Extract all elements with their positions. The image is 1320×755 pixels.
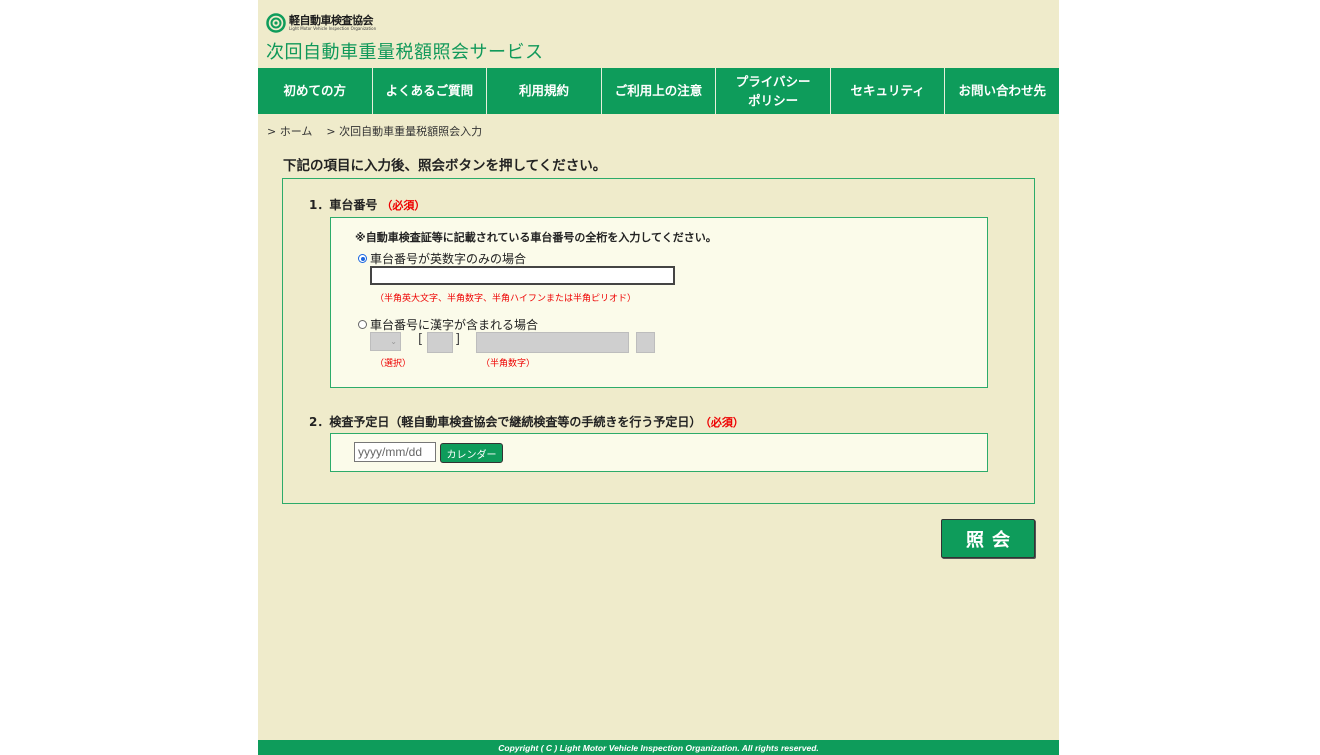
radio-kanji-label: 車台番号に漢字が含まれる場合 [370,318,539,332]
kanji-char-input[interactable] [427,332,453,353]
kanji-type-select[interactable]: ⌄ [370,332,401,351]
submit-inquiry-button[interactable]: 照会 [941,519,1035,558]
chevron-down-icon: ⌄ [390,337,397,346]
service-title: 次回自動車重量税額照会サービス [266,42,544,63]
nav-item-terms[interactable]: 利用規約 [487,68,602,114]
instruction-text: 下記の項目に入力後、照会ボタンを押してください。 [283,158,607,174]
nav-item-privacy[interactable]: プライバシー ポリシー [716,68,831,114]
chassis-note: ※自動車検査証等に記載されている車台番号の全桁を入力してください。 [355,231,717,244]
radio-row-kanji[interactable]: 車台番号に漢字が含まれる場合 [358,316,538,333]
alnum-hint: （半角英大文字、半角数字、半角ハイフンまたは半角ピリオド） [375,294,637,304]
section1-heading: 1．車台番号 （必須） [309,196,425,213]
logo-text: 軽自動車検査協会 [289,14,374,27]
kanji-digits-input[interactable] [476,332,629,353]
form-panel: 1．車台番号 （必須） ※自動車検査証等に記載されている車台番号の全桁を入力してく… [282,178,1035,504]
nav-item-faq[interactable]: よくあるご質問 [373,68,488,114]
radio-row-alnum[interactable]: 車台番号が英数字のみの場合 [358,250,526,267]
radio-alnum[interactable] [358,254,367,263]
nav-item-first-time[interactable]: 初めての方 [258,68,373,114]
inspection-date-box: yyyy/mm/dd カレンダー [330,433,988,472]
bracket-open: [ [418,332,424,347]
kanji-suffix-input[interactable] [636,332,655,353]
section2-label: 2．検査予定日（軽自動車検査協会で継続検査等の手続きを行う予定日） [309,415,702,429]
calendar-button[interactable]: カレンダー [440,443,503,463]
radio-kanji[interactable] [358,320,367,329]
nav-item-contact[interactable]: お問い合わせ先 [945,68,1059,114]
radio-alnum-label: 車台番号が英数字のみの場合 [370,252,527,266]
section2-required-badge: （必須） [705,416,744,429]
digits-hint: （半角数字） [481,359,536,369]
section1-label: 1．車台番号 [309,198,378,212]
chassis-alnum-input[interactable] [370,266,675,285]
nav-item-notes[interactable]: ご利用上の注意 [602,68,717,114]
section2-heading: 2．検査予定日（軽自動車検査協会で継続検査等の手続きを行う予定日） （必須） [309,413,744,430]
logo[interactable]: 軽自動車検査協会 Light Motor Vehicle Inspection … [266,12,376,34]
select-hint: （選択） [375,359,412,369]
breadcrumb-home-link[interactable]: > ホーム [267,123,312,139]
section1-required-badge: （必須） [381,199,426,212]
logo-mark-icon [266,13,286,33]
chassis-number-box: ※自動車検査証等に記載されている車台番号の全桁を入力してください。 車台番号が英… [330,217,988,388]
inspection-date-input[interactable]: yyyy/mm/dd [354,442,436,462]
logo-subtext: Light Motor Vehicle Inspection Organizat… [289,26,377,31]
breadcrumb: > ホーム > 次回自動車重量税額照会入力 [267,123,482,139]
footer-copyright: Copyright ( C ) Light Motor Vehicle Insp… [258,740,1059,755]
breadcrumb-current: > 次回自動車重量税額照会入力 [326,125,483,138]
bracket-close: ] [455,332,461,347]
nav-item-security[interactable]: セキュリティ [831,68,946,114]
page-container: 軽自動車検査協会 Light Motor Vehicle Inspection … [258,0,1059,755]
main-nav: 初めての方 よくあるご質問 利用規約 ご利用上の注意 プライバシー ポリシー セ… [258,68,1059,114]
